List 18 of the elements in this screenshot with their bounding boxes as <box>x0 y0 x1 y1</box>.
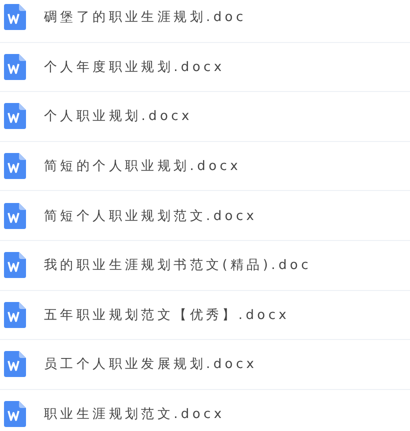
word-document-icon <box>4 252 26 278</box>
word-document-icon <box>4 54 26 80</box>
word-document-icon <box>4 202 26 229</box>
file-name[interactable]: 员工个人职业发展规划.docx <box>44 355 258 374</box>
file-name[interactable]: 五年职业规划范文【优秀】.docx <box>44 306 290 324</box>
file-name[interactable]: 职业生涯规划范文.docx <box>44 405 225 424</box>
file-name[interactable]: 碉堡了的职业生涯规划.doc <box>44 8 246 26</box>
word-document-icon <box>4 103 26 130</box>
file-name[interactable]: 我的职业生涯规划书范文(精品).doc <box>44 256 312 274</box>
word-document-icon <box>4 351 26 378</box>
file-name[interactable]: 个人职业规划.docx <box>44 107 192 126</box>
file-name[interactable]: 简短个人职业规划范文.docx <box>44 206 258 225</box>
file-name[interactable]: 个人年度职业规划.docx <box>44 58 225 76</box>
word-document-icon <box>4 4 26 30</box>
word-document-icon <box>4 401 26 428</box>
word-document-icon <box>4 153 26 180</box>
file-name[interactable]: 简短的个人职业规划.docx <box>44 157 241 176</box>
word-document-icon <box>4 302 26 328</box>
